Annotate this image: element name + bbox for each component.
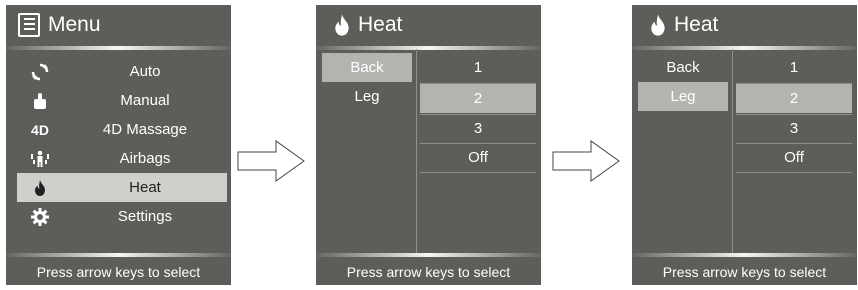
footer-divider — [632, 253, 857, 257]
footer-hint: Press arrow keys to select — [346, 264, 511, 280]
menu-item-airbags[interactable]: Airbags — [17, 144, 227, 173]
zone-back[interactable]: Back — [322, 53, 412, 82]
menu-title-bar: Menu — [6, 5, 231, 45]
level-2[interactable]: 2 — [736, 84, 852, 113]
menu-item-auto[interactable]: Auto — [17, 57, 227, 86]
hand-icon — [17, 92, 63, 110]
menu-item-manual[interactable]: Manual — [17, 86, 227, 115]
flame-icon — [335, 14, 349, 36]
flame-icon — [651, 14, 665, 36]
right-arrow-icon — [237, 140, 305, 182]
level-1[interactable]: 1 — [736, 53, 852, 82]
menu-item-4d-massage[interactable]: 4D 4D Massage — [17, 115, 227, 144]
footer-divider — [6, 253, 231, 257]
zone-leg[interactable]: Leg — [638, 82, 728, 111]
footer-hint: Press arrow keys to select — [36, 264, 201, 280]
level-1[interactable]: 1 — [420, 53, 536, 82]
zone-leg[interactable]: Leg — [322, 82, 412, 111]
level-off[interactable]: Off — [736, 143, 852, 172]
level-3[interactable]: 3 — [420, 114, 536, 143]
refresh-icon — [17, 63, 63, 81]
column-divider — [416, 49, 417, 253]
menu-item-label: Heat — [129, 179, 161, 196]
heat-title: Heat — [358, 13, 403, 36]
menu-item-label: Airbags — [119, 150, 171, 167]
menu-item-label: Manual — [120, 92, 170, 109]
column-divider — [732, 49, 733, 253]
heat-screen-back: Heat Back Leg 1 2 3 Off Press arrow keys… — [316, 5, 541, 285]
level-2[interactable]: 2 — [420, 84, 536, 113]
title-divider — [6, 46, 231, 50]
flame-icon — [17, 179, 63, 196]
menu-item-heat[interactable]: Heat — [17, 173, 227, 202]
menu-item-label: Auto — [129, 63, 161, 80]
level-3[interactable]: 3 — [736, 114, 852, 143]
footer-divider — [316, 253, 541, 257]
menu-screen: Menu Auto Manual 4D 4D Massage Airbags H… — [6, 5, 231, 285]
title-divider — [316, 46, 541, 50]
gear-icon — [17, 207, 63, 226]
heat-screen-leg: Heat Back Leg 1 2 3 Off Press arrow keys… — [632, 5, 857, 285]
airbag-person-icon — [17, 150, 63, 168]
menu-item-label: Settings — [117, 208, 173, 225]
heat-title: Heat — [674, 13, 719, 36]
4d-icon: 4D — [31, 121, 49, 138]
zone-back[interactable]: Back — [638, 53, 728, 82]
level-off[interactable]: Off — [420, 143, 536, 172]
menu-title: Menu — [48, 13, 101, 36]
menu-item-label: 4D Massage — [102, 121, 188, 138]
menu-item-settings[interactable]: Settings — [17, 202, 227, 231]
level-divider — [736, 172, 852, 173]
menu-list-icon — [18, 13, 40, 37]
heat-title-bar: Heat — [632, 5, 857, 45]
right-arrow-icon — [552, 140, 620, 182]
title-divider — [632, 46, 857, 50]
heat-title-bar: Heat — [316, 5, 541, 45]
footer-hint: Press arrow keys to select — [662, 264, 827, 280]
level-divider — [420, 172, 536, 173]
